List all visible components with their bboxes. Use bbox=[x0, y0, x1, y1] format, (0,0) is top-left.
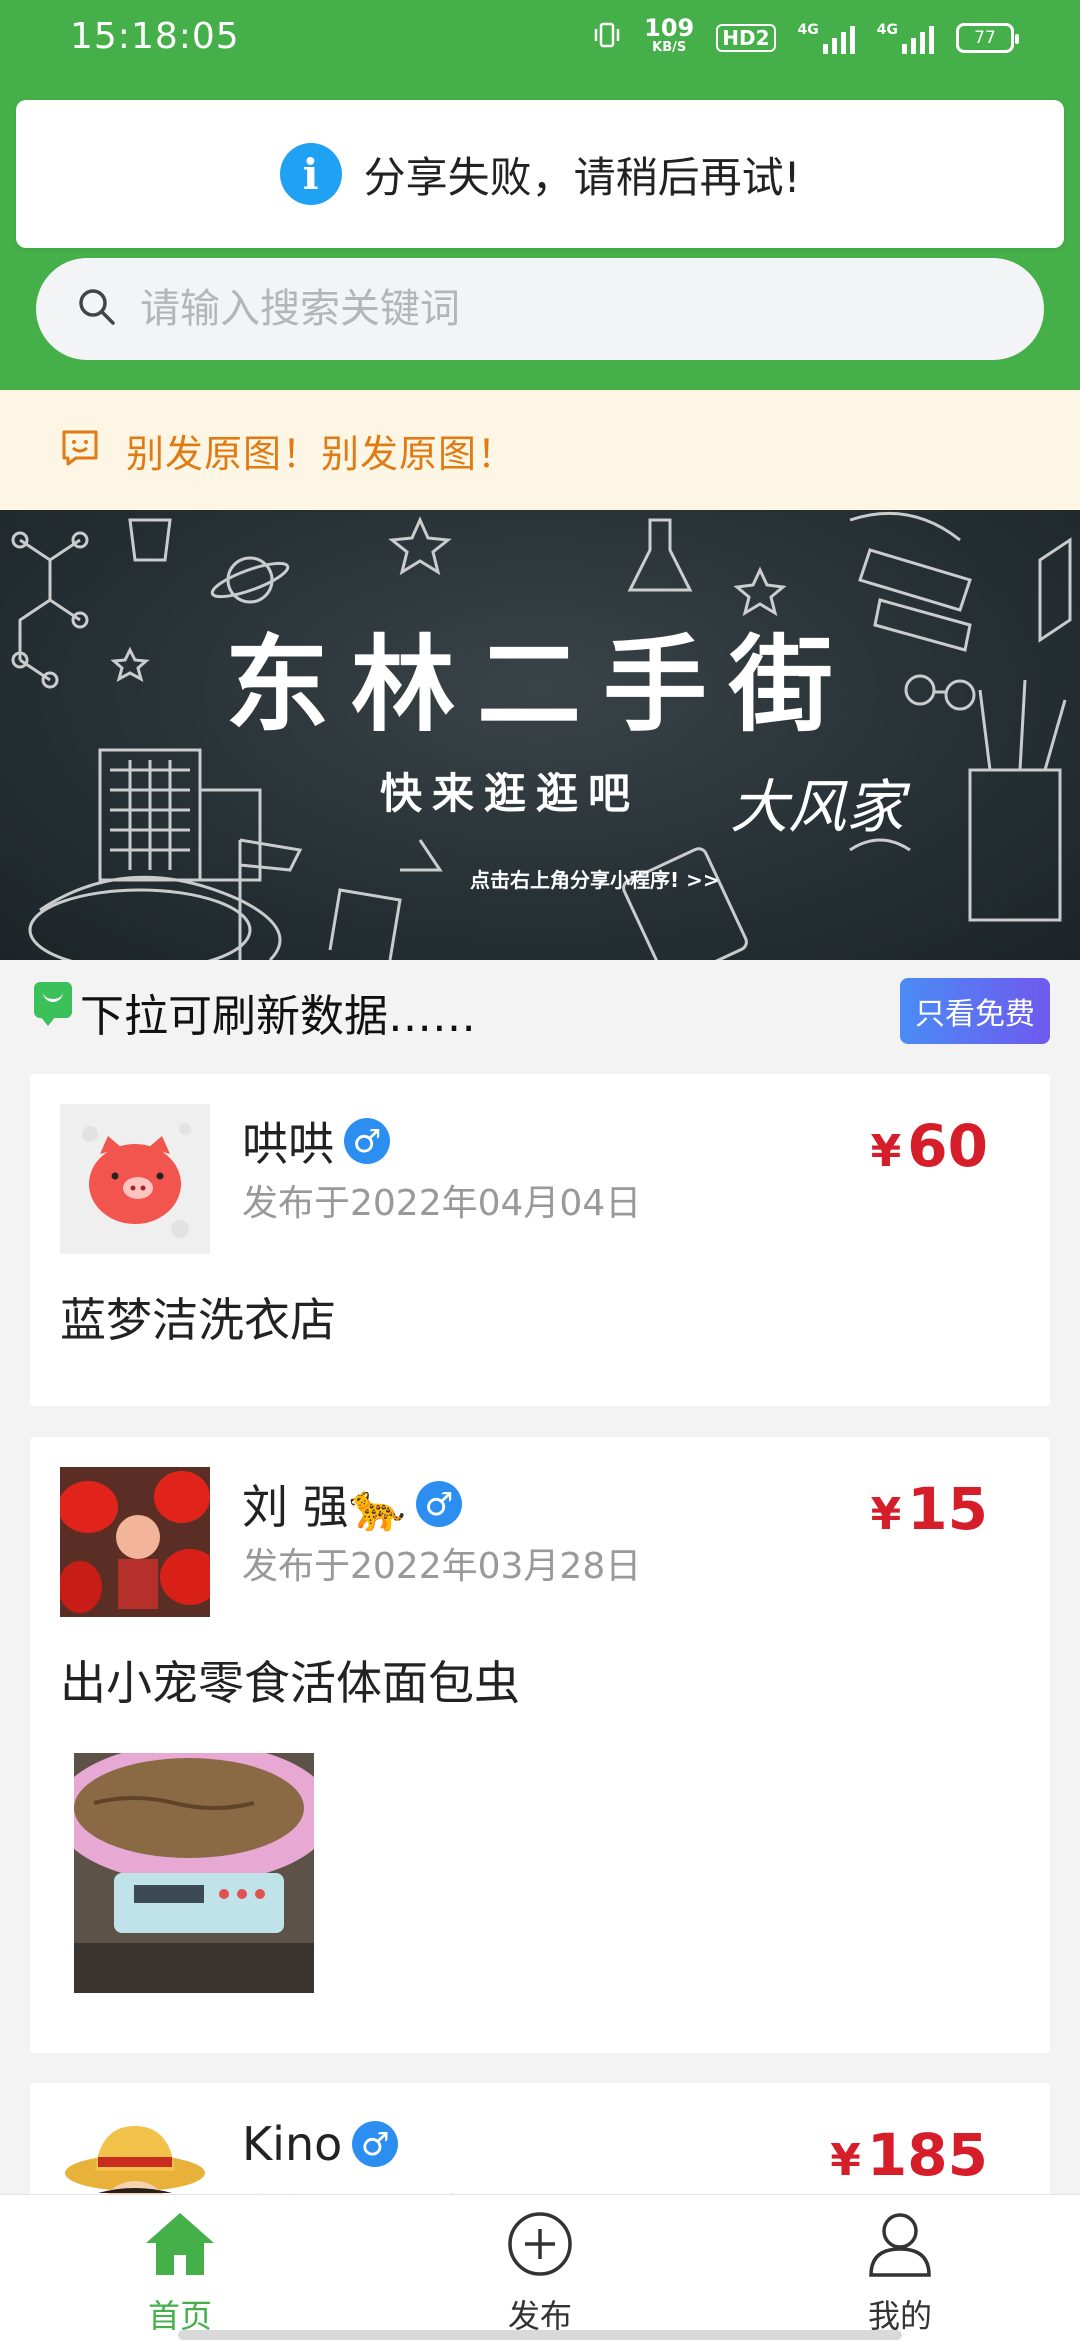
toast-text: 分享失败，请稍后再试! bbox=[363, 152, 801, 202]
nav-profile[interactable]: 我的 bbox=[800, 2211, 1000, 2337]
smile-chat-icon bbox=[60, 428, 100, 472]
banner[interactable]: 东林二手街 快来逛逛吧 大风家 点击右上角分享小程序! >> bbox=[0, 510, 1080, 960]
battery-icon: 77 bbox=[956, 23, 1019, 53]
banner-title: 东林二手街 bbox=[224, 623, 855, 746]
publish-date: 发布于2022年03月28日 bbox=[242, 1546, 642, 1587]
nav-publish[interactable]: 发布 bbox=[440, 2211, 640, 2337]
male-icon: ♂ bbox=[352, 2121, 399, 2167]
publish-date: 发布于2022年04月04日 bbox=[242, 1183, 642, 1224]
nav-home[interactable]: 首页 bbox=[80, 2211, 280, 2337]
hd-icon: HD2 bbox=[716, 24, 776, 52]
post-card[interactable]: 哄哄 ♂ 发布于2022年04月04日 ¥60 蓝梦洁洗衣店 bbox=[30, 1074, 1050, 1406]
list-header: 下拉可刷新数据…… 只看免费 bbox=[0, 960, 1080, 1056]
vibrate-icon bbox=[592, 20, 622, 56]
user-icon bbox=[867, 2211, 933, 2281]
avatar[interactable] bbox=[60, 1467, 210, 1617]
post-image[interactable] bbox=[74, 1753, 314, 1993]
post-title: 蓝梦洁洗衣店 bbox=[60, 1293, 336, 1347]
user-name: 刘 强🐆 ♂ bbox=[242, 1471, 462, 1537]
notice-text: 别发原图！别发原图！ bbox=[126, 431, 517, 476]
price: ¥185 bbox=[830, 2121, 988, 2189]
notice-bar: 别发原图！别发原图！ bbox=[0, 390, 1080, 510]
refresh-hint: 下拉可刷新数据…… bbox=[80, 991, 476, 1042]
post-card[interactable]: 刘 强🐆 ♂ 发布于2022年03月28日 ¥15 出小宠零食活体面包虫 bbox=[30, 1437, 1050, 2053]
male-icon: ♂ bbox=[344, 1118, 390, 1164]
banner-hint: 点击右上角分享小程序! >> bbox=[470, 868, 720, 892]
add-circle-icon bbox=[507, 2211, 573, 2281]
user-name: Kino ♂ bbox=[242, 2117, 399, 2171]
post-title: 出小宠零食活体面包虫 bbox=[60, 1656, 520, 1710]
signal-icon-2: 4G bbox=[877, 22, 934, 54]
home-icon bbox=[144, 2211, 216, 2281]
user-name: 哄哄 ♂ bbox=[242, 1108, 390, 1174]
avatar[interactable] bbox=[60, 1104, 210, 1254]
status-bar: 15:18:05 109 KB/S HD2 4G 4G 77 bbox=[0, 0, 1080, 80]
signal-icon: 4G bbox=[798, 22, 855, 54]
male-icon: ♂ bbox=[415, 1481, 462, 1527]
toast-message: i 分享失败，请稍后再试! bbox=[16, 100, 1064, 248]
banner-signature: 大风家 bbox=[730, 773, 905, 841]
search-bar[interactable] bbox=[36, 258, 1044, 360]
status-time: 15:18:05 bbox=[70, 16, 240, 57]
free-only-button[interactable]: 只看免费 bbox=[900, 978, 1050, 1044]
banner-subtitle: 快来逛逛吧 bbox=[380, 769, 641, 818]
search-icon bbox=[76, 286, 118, 332]
status-icons: 109 KB/S HD2 4G 4G 77 bbox=[592, 14, 1019, 58]
search-input[interactable] bbox=[140, 286, 960, 332]
info-icon: i bbox=[279, 143, 342, 205]
price: ¥15 bbox=[870, 1475, 988, 1543]
home-indicator bbox=[178, 2330, 902, 2340]
price: ¥60 bbox=[870, 1112, 988, 1180]
chat-smile-icon bbox=[34, 982, 72, 1026]
bottom-nav: 首页 发布 我的 bbox=[0, 2194, 1080, 2340]
network-speed: 109 KB/S bbox=[644, 14, 695, 55]
